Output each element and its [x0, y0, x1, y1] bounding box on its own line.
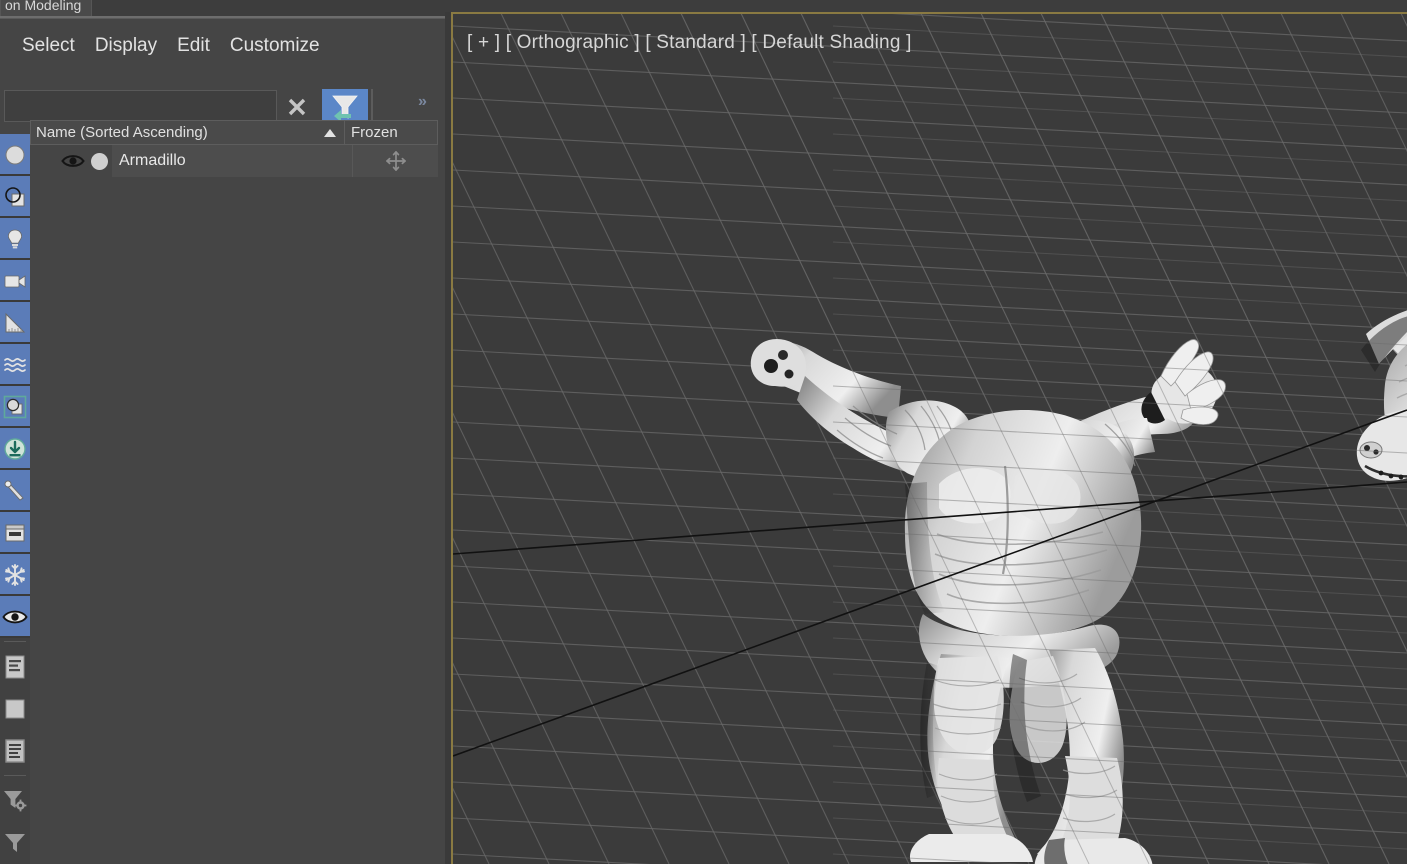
menu-edit[interactable]: Edit	[167, 33, 220, 59]
scene-explorer-menubar: Select Display Edit Customize	[0, 29, 445, 63]
filter-shapes-icon[interactable]	[0, 176, 30, 218]
toolbar-overflow-button[interactable]: »	[418, 93, 427, 111]
bone-icon	[4, 480, 24, 501]
column-header-name[interactable]: Name (Sorted Ascending)	[31, 121, 345, 144]
filter-bones-icon[interactable]	[0, 470, 30, 512]
shapes-icon	[5, 187, 25, 207]
filter-xrefs-icon[interactable]	[0, 428, 30, 470]
display-list-icon[interactable]	[0, 730, 30, 772]
scene-explorer-toolbar: »	[0, 69, 445, 125]
row-indent-spacer	[30, 161, 60, 162]
group-box-icon	[3, 395, 27, 419]
sort-ascending-icon	[324, 128, 336, 137]
filter-lights-icon[interactable]	[0, 218, 30, 260]
blank-square-icon	[5, 699, 25, 719]
explorer-column-header: Name (Sorted Ascending) Frozen	[30, 120, 438, 145]
filter-hidden-icon[interactable]	[0, 596, 30, 638]
lightbulb-icon	[7, 229, 23, 249]
display-blank-icon[interactable]	[0, 688, 30, 730]
ruler-triangle-icon	[5, 312, 26, 333]
snowflake-icon	[5, 564, 25, 586]
freeze-move-icon	[385, 151, 406, 171]
camera-icon	[4, 275, 26, 288]
funnel-icon	[5, 834, 25, 852]
row-name-cell[interactable]: Armadillo	[112, 145, 352, 177]
sphere-icon	[5, 145, 25, 165]
viewport-canvas[interactable]: [ + ] [ Orthographic ] [ Standard ] [ De…	[453, 14, 1407, 864]
close-x-icon	[288, 98, 306, 116]
properties-list-icon	[5, 655, 25, 679]
viewport-label[interactable]: [ + ] [ Orthographic ] [ Standard ] [ De…	[467, 32, 912, 54]
filter-frozen-icon[interactable]	[0, 554, 30, 596]
document-lines-icon	[5, 739, 25, 763]
polygon-modeling-tab[interactable]: on Modeling	[0, 0, 93, 16]
filter-helpers-icon[interactable]	[0, 302, 30, 344]
viewport-active-border	[451, 12, 453, 864]
container-box-icon	[5, 524, 25, 542]
filter-gear-icon	[4, 791, 27, 812]
visibility-eye-icon[interactable]	[60, 147, 86, 175]
filter-groups-icon[interactable]	[0, 386, 30, 428]
display-properties-icon[interactable]	[0, 646, 30, 688]
filter-cameras-icon[interactable]	[0, 260, 30, 302]
column-header-frozen[interactable]: Frozen	[345, 121, 437, 144]
toolbar-divider	[0, 772, 30, 780]
waves-icon	[4, 358, 26, 372]
column-header-frozen-label: Frozen	[351, 124, 398, 141]
geometry-sphere-icon	[86, 147, 112, 175]
viewport-grid-overlay	[453, 14, 1407, 864]
table-row[interactable]: Armadillo	[30, 145, 438, 177]
apply-filter-icon[interactable]	[0, 822, 30, 864]
object-name-label: Armadillo	[119, 152, 186, 169]
toolbar-divider	[0, 638, 30, 646]
viewport-panel[interactable]: [ + ] [ Orthographic ] [ Standard ] [ De…	[445, 12, 1407, 864]
filter-geometry-icon[interactable]	[0, 134, 30, 176]
configure-filter-icon[interactable]	[0, 780, 30, 822]
xref-download-icon	[4, 438, 26, 460]
filter-space-warps-icon[interactable]	[0, 344, 30, 386]
search-input[interactable]	[4, 90, 277, 122]
filter-containers-icon[interactable]	[0, 512, 30, 554]
scene-explorer-filter-toolbar	[0, 134, 30, 864]
row-frozen-cell[interactable]	[352, 145, 438, 177]
eye-icon	[61, 155, 85, 167]
menu-display[interactable]: Display	[85, 33, 167, 59]
scene-explorer-panel: Select Display Edit Customize » Name (So…	[0, 18, 445, 864]
viewport-active-border-top	[451, 12, 1407, 14]
column-header-name-label: Name (Sorted Ascending)	[36, 124, 208, 141]
clear-search-button[interactable]	[283, 93, 311, 121]
sphere-glyph	[90, 152, 108, 170]
filter-funnel-icon	[332, 95, 358, 122]
menu-select[interactable]: Select	[12, 33, 85, 59]
eye-icon	[2, 610, 28, 624]
menu-customize[interactable]: Customize	[220, 33, 330, 59]
